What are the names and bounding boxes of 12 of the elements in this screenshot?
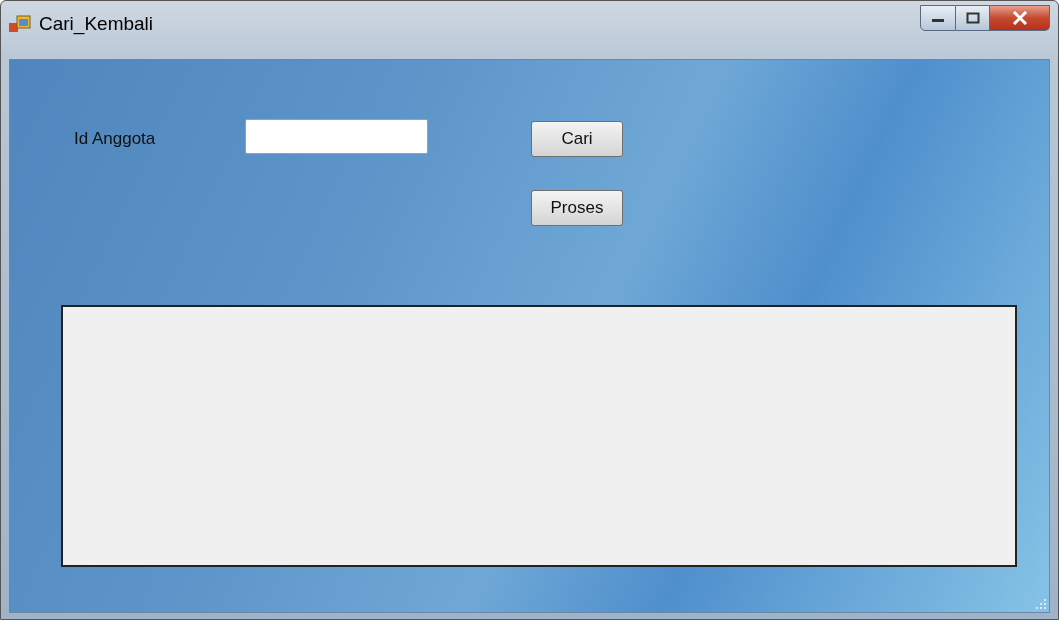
- app-icon: [9, 15, 31, 35]
- field-label: Id Anggota: [74, 128, 157, 150]
- close-button[interactable]: [990, 5, 1050, 31]
- form-button[interactable]: Cari: [531, 121, 623, 157]
- resize-grip-icon[interactable]: [1035, 598, 1047, 610]
- minimize-button[interactable]: [920, 5, 956, 31]
- close-icon: [1011, 11, 1028, 25]
- maximize-icon: [965, 12, 980, 24]
- window-title: Cari_Kembali: [39, 13, 154, 35]
- input-field[interactable]: [245, 119, 428, 154]
- form-button[interactable]: Proses: [531, 190, 623, 226]
- maximize-button[interactable]: [956, 5, 990, 31]
